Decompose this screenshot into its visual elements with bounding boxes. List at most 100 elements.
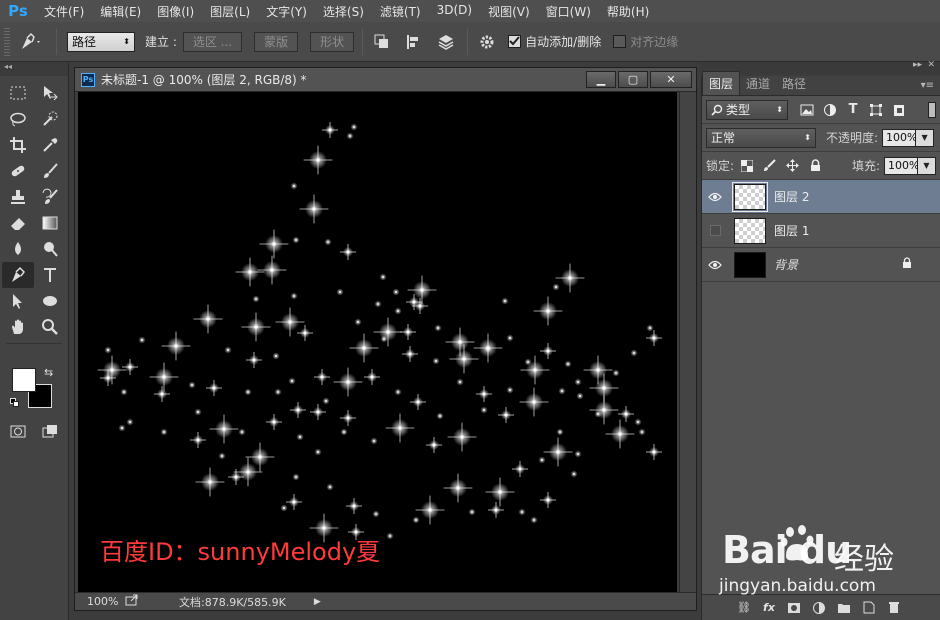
make-mask-button[interactable]: 蒙版: [254, 31, 299, 52]
adjustment-filter-icon[interactable]: [823, 103, 837, 117]
lasso-tool[interactable]: [2, 106, 34, 132]
blend-mode-select[interactable]: 正常 ⬍: [706, 127, 816, 148]
filter-toggle[interactable]: [928, 101, 936, 118]
menu-item[interactable]: 帮助(H): [599, 3, 657, 20]
layer-filter-select[interactable]: 类型 ⬍: [706, 99, 788, 120]
menu-item[interactable]: 编辑(E): [92, 3, 149, 20]
tool-preset-picker[interactable]: [14, 28, 48, 56]
foreground-color-swatch[interactable]: [12, 368, 36, 392]
make-shape-button[interactable]: 形状: [310, 31, 355, 52]
document-titlebar[interactable]: Ps 未标题-1 @ 100% (图层 2, RGB/8) * ▁ ▢ ✕: [75, 68, 696, 92]
lock-pixels-icon[interactable]: [763, 159, 776, 172]
menu-item[interactable]: 图像(I): [149, 3, 202, 20]
maximize-button[interactable]: ▢: [618, 71, 648, 88]
default-colors-icon[interactable]: [10, 398, 20, 408]
visibility-toggle[interactable]: [702, 192, 728, 202]
crop-tool[interactable]: [2, 132, 34, 158]
image-filter-icon[interactable]: [800, 103, 814, 117]
menu-item[interactable]: 选择(S): [315, 3, 372, 20]
export-icon[interactable]: [125, 594, 139, 609]
new-group-icon[interactable]: [836, 600, 852, 616]
fill-field[interactable]: 100%: [884, 156, 919, 175]
clone-stamp-tool[interactable]: [2, 184, 34, 210]
type-tool[interactable]: [34, 262, 66, 288]
dodge-tool[interactable]: [34, 236, 66, 262]
menu-item[interactable]: 3D(D): [429, 3, 480, 20]
ellipse-tool[interactable]: [34, 288, 66, 314]
menu-item[interactable]: 视图(V): [480, 3, 538, 20]
opacity-field[interactable]: 100%: [882, 128, 918, 147]
move-tool[interactable]: [34, 80, 66, 106]
fill-dropdown-icon[interactable]: ▼: [918, 156, 936, 175]
visibility-toggle[interactable]: [702, 225, 728, 236]
path-alignment-button[interactable]: [401, 29, 427, 55]
options-grip[interactable]: [4, 27, 10, 56]
tab-channels[interactable]: 通道: [740, 72, 776, 95]
minimize-button[interactable]: ▁: [586, 71, 616, 88]
menu-item[interactable]: 滤镜(T): [372, 3, 429, 20]
eyedropper-tool[interactable]: [34, 132, 66, 158]
quick-mask-tool[interactable]: [2, 418, 34, 444]
path-operations-button[interactable]: [369, 29, 395, 55]
layer-row[interactable]: 图层 2: [702, 180, 940, 214]
path-arrangement-button[interactable]: [433, 29, 459, 55]
layer-name[interactable]: 背景: [774, 256, 798, 273]
align-edges-checkbox[interactable]: [613, 35, 627, 48]
swap-colors-icon[interactable]: ⇆: [44, 366, 53, 379]
menu-item[interactable]: 图层(L): [202, 3, 258, 20]
close-panels-icon[interactable]: ✕: [927, 60, 935, 70]
vertical-scrollbar[interactable]: [679, 92, 696, 592]
layer-name[interactable]: 图层 1: [774, 222, 809, 239]
pen-tool[interactable]: [2, 262, 34, 288]
add-mask-icon[interactable]: [786, 600, 802, 616]
color-swatches[interactable]: ⇆: [2, 366, 66, 418]
healing-brush-tool[interactable]: [2, 158, 34, 184]
collapse-panels-icon[interactable]: ▸▸: [913, 60, 922, 70]
sparkle-star: [246, 352, 262, 368]
gradient-tool[interactable]: [34, 210, 66, 236]
canvas[interactable]: 百度ID：sunnyMelody夏: [78, 92, 677, 592]
tool-mode-select[interactable]: 路径 ⬍: [67, 31, 135, 52]
adjustment-layer-icon[interactable]: [811, 600, 827, 616]
shape-filter-icon[interactable]: [869, 103, 883, 117]
zoom-level-field[interactable]: 100%: [75, 595, 118, 608]
lock-all-icon[interactable]: [809, 159, 822, 172]
menu-item[interactable]: 文字(Y): [258, 3, 315, 20]
path-selection-tool[interactable]: [2, 288, 34, 314]
blur-tool[interactable]: [2, 236, 34, 262]
screen-mode-tool[interactable]: [34, 418, 66, 444]
tab-layers[interactable]: 图层: [702, 71, 741, 95]
tab-paths[interactable]: 路径: [776, 72, 812, 95]
history-brush-tool[interactable]: [34, 184, 66, 210]
layer-row[interactable]: 背景: [702, 248, 940, 282]
status-menu-arrow-icon[interactable]: ▶: [314, 597, 321, 607]
lock-position-icon[interactable]: [786, 159, 800, 172]
sparkle-star: [634, 418, 642, 426]
marquee-tool[interactable]: [2, 80, 34, 106]
make-selection-button[interactable]: 选区 ...: [182, 31, 243, 52]
delete-layer-icon[interactable]: [886, 600, 902, 616]
menu-item[interactable]: 窗口(W): [538, 3, 599, 20]
brush-tool[interactable]: [34, 158, 66, 184]
type-filter-icon[interactable]: T: [846, 102, 860, 117]
opacity-dropdown-icon[interactable]: ▼: [916, 128, 935, 147]
close-button[interactable]: ✕: [650, 71, 692, 88]
quick-selection-tool[interactable]: [34, 106, 66, 132]
visibility-toggle[interactable]: [702, 260, 728, 270]
lock-transparency-icon[interactable]: [740, 159, 753, 172]
canvas-area[interactable]: 百度ID：sunnyMelody夏: [75, 92, 696, 592]
new-layer-icon[interactable]: [861, 600, 877, 616]
menu-item[interactable]: 文件(F): [36, 3, 92, 20]
auto-add-delete-checkbox[interactable]: [508, 35, 522, 48]
toolbox-collapse-icon[interactable]: ◂◂: [0, 62, 68, 76]
layer-row[interactable]: 图层 1: [702, 214, 940, 248]
hand-tool[interactable]: [2, 314, 34, 340]
panel-menu-icon[interactable]: ▾≡: [915, 80, 940, 95]
zoom-tool[interactable]: [34, 314, 66, 340]
layer-name[interactable]: 图层 2: [774, 188, 809, 205]
smart-object-filter-icon[interactable]: [892, 103, 906, 117]
settings-button[interactable]: [474, 29, 500, 55]
link-layers-icon[interactable]: ⛓: [736, 600, 752, 616]
eraser-tool[interactable]: [2, 210, 34, 236]
layer-style-icon[interactable]: fx: [761, 600, 777, 616]
